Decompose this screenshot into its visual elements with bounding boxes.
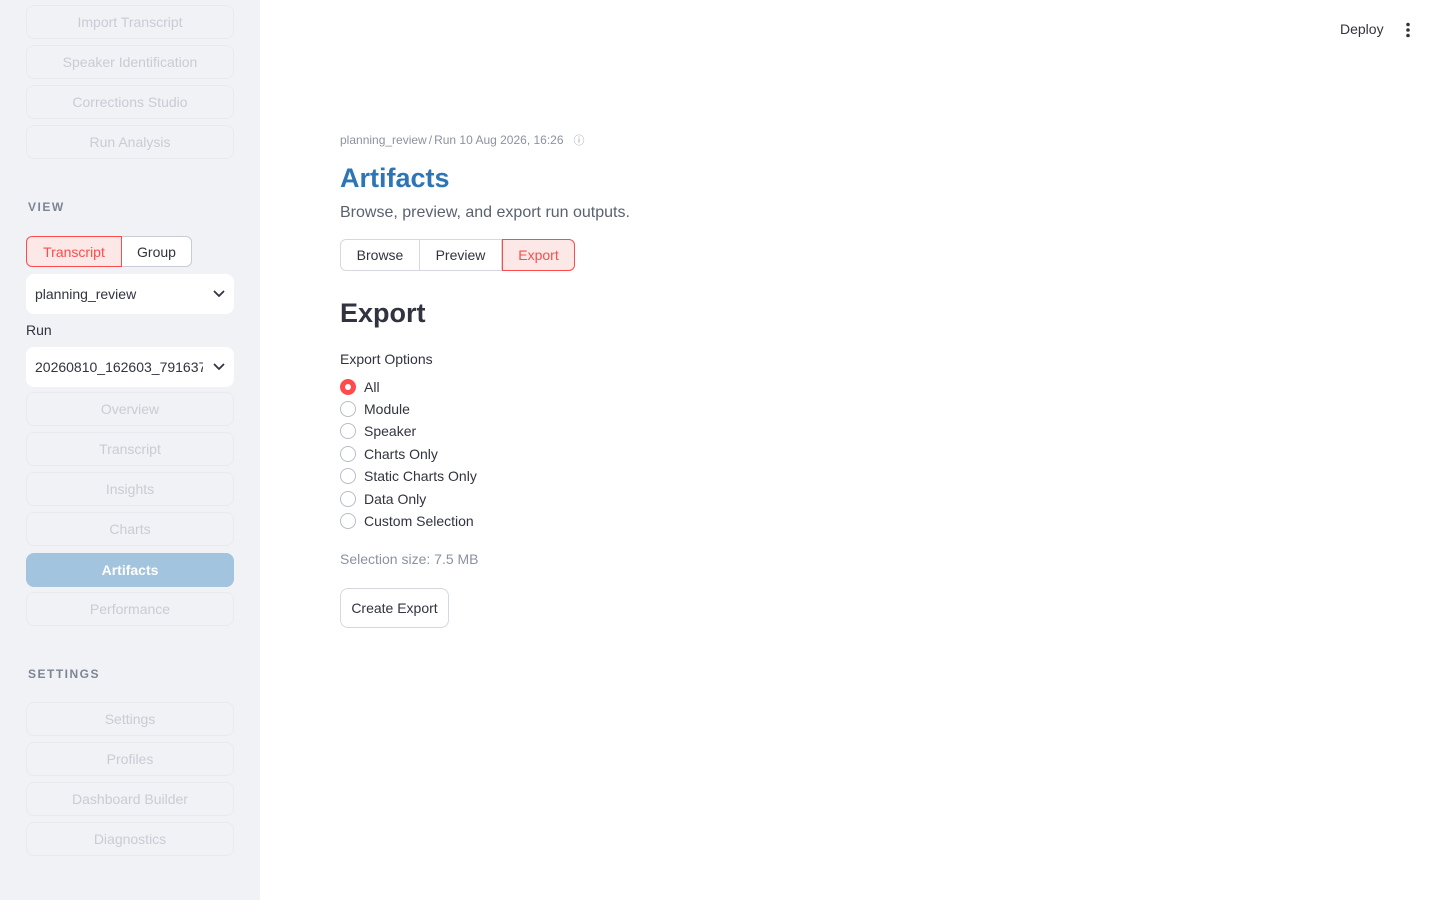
radio-option-module[interactable]: Module — [340, 399, 410, 419]
radio-button[interactable] — [340, 468, 356, 484]
nav-profiles[interactable]: Profiles — [26, 742, 234, 776]
radio-button[interactable] — [340, 401, 356, 417]
radio-label: Speaker — [364, 423, 417, 439]
artifact-tabs: Browse Preview Export — [340, 239, 575, 271]
radio-label: Static Charts Only — [364, 468, 477, 484]
radio-label: All — [364, 379, 380, 395]
view-section-label: VIEW — [28, 200, 65, 214]
chevron-down-icon — [203, 363, 225, 371]
nav-dashboard-builder[interactable]: Dashboard Builder — [26, 782, 234, 816]
nav-performance[interactable]: Performance — [26, 592, 234, 626]
settings-section-label: SETTINGS — [28, 667, 101, 681]
transcript-select[interactable]: planning_review — [26, 274, 234, 314]
radio-button[interactable] — [340, 446, 356, 462]
tab-preview[interactable]: Preview — [420, 239, 502, 271]
radio-option-data-only[interactable]: Data Only — [340, 489, 426, 509]
nav-corrections-studio[interactable]: Corrections Studio — [26, 85, 234, 119]
radio-option-custom-selection[interactable]: Custom Selection — [340, 511, 474, 531]
radio-button[interactable] — [340, 423, 356, 439]
chevron-down-icon — [203, 290, 225, 298]
info-icon[interactable]: ⓘ — [574, 132, 585, 148]
radio-label: Module — [364, 401, 410, 417]
tab-browse[interactable]: Browse — [340, 239, 420, 271]
breadcrumb: planning_review / Run 10 Aug 2026, 16:26… — [340, 132, 585, 148]
nav-insights[interactable]: Insights — [26, 472, 234, 506]
sidebar: Import Transcript Speaker Identification… — [0, 0, 260, 900]
breadcrumb-transcript: planning_review — [340, 133, 427, 147]
page-subtitle: Browse, preview, and export run outputs. — [340, 204, 630, 221]
breadcrumb-separator: / — [428, 133, 433, 147]
radio-label: Charts Only — [364, 446, 438, 462]
more-options-icon[interactable] — [1398, 18, 1418, 42]
radio-option-all[interactable]: All — [340, 377, 380, 397]
nav-run-analysis[interactable]: Run Analysis — [26, 125, 234, 159]
radio-option-speaker[interactable]: Speaker — [340, 421, 416, 441]
breadcrumb-run: Run 10 Aug 2026, 16:26 — [434, 133, 564, 147]
run-select-value: 20260810_162603_7916375 — [35, 359, 203, 375]
radio-option-static-charts-only[interactable]: Static Charts Only — [340, 466, 477, 486]
radio-label: Data Only — [364, 491, 427, 507]
nav-artifacts[interactable]: Artifacts — [26, 553, 234, 587]
nav-diagnostics[interactable]: Diagnostics — [26, 822, 234, 856]
create-export-button[interactable]: Create Export — [340, 588, 449, 628]
nav-charts[interactable]: Charts — [26, 512, 234, 546]
deploy-button[interactable]: Deploy — [1340, 21, 1384, 37]
selection-size: Selection size: 7.5 MB — [340, 551, 479, 567]
toggle-transcript[interactable]: Transcript — [26, 236, 122, 267]
toggle-group[interactable]: Group — [122, 236, 192, 267]
export-options-label: Export Options — [340, 351, 433, 367]
page-title: Artifacts — [340, 163, 450, 193]
export-heading: Export — [340, 298, 426, 328]
radio-button-checked[interactable] — [340, 379, 356, 395]
view-mode-toggle: Transcript Group — [26, 236, 192, 267]
radio-button[interactable] — [340, 513, 356, 529]
radio-label: Custom Selection — [364, 513, 474, 529]
nav-overview[interactable]: Overview — [26, 392, 234, 426]
run-select[interactable]: 20260810_162603_7916375 — [26, 347, 234, 387]
nav-import-transcript[interactable]: Import Transcript — [26, 5, 234, 39]
nav-settings[interactable]: Settings — [26, 702, 234, 736]
radio-option-charts-only[interactable]: Charts Only — [340, 444, 438, 464]
run-label: Run — [26, 322, 52, 338]
radio-button[interactable] — [340, 491, 356, 507]
transcript-select-value: planning_review — [35, 286, 137, 302]
nav-transcript[interactable]: Transcript — [26, 432, 234, 466]
tab-export[interactable]: Export — [502, 239, 575, 271]
nav-speaker-identification[interactable]: Speaker Identification — [26, 45, 234, 79]
